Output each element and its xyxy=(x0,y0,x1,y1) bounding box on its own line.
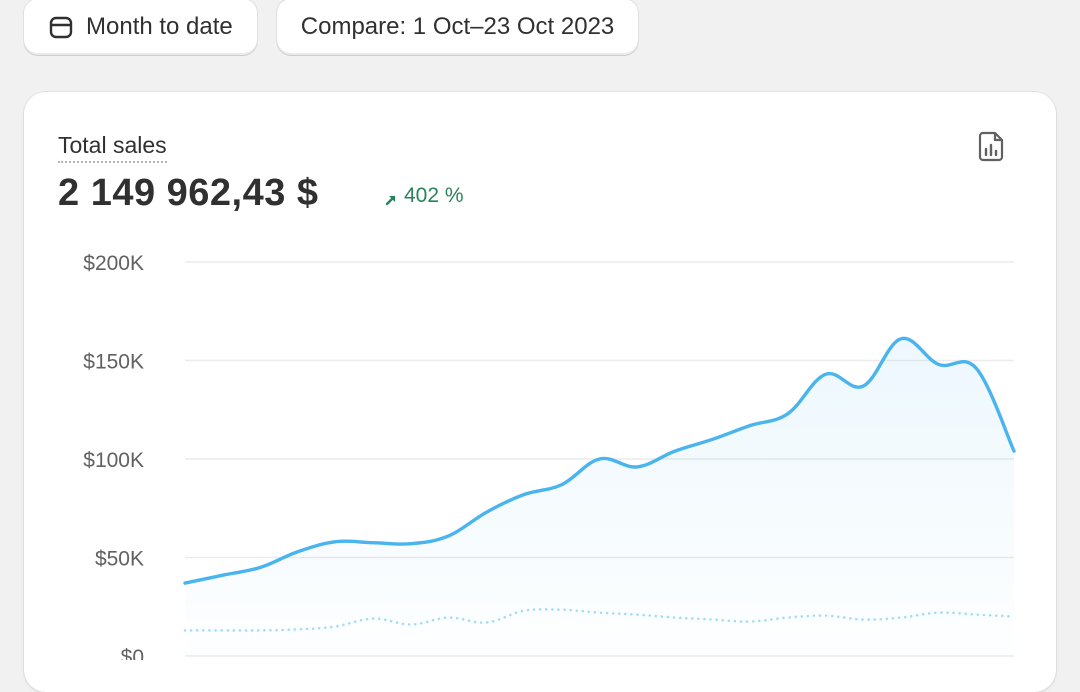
y-tick-label: $200K xyxy=(83,252,144,275)
y-tick-label: $0 xyxy=(121,646,144,660)
y-tick-label: $50K xyxy=(95,548,144,571)
y-tick-label: $150K xyxy=(83,351,144,374)
primary-series-area xyxy=(185,338,1014,656)
sales-line-chart: $0 $50K $100K $150K $200K xyxy=(83,252,1016,660)
y-tick-label: $100K xyxy=(83,449,144,472)
